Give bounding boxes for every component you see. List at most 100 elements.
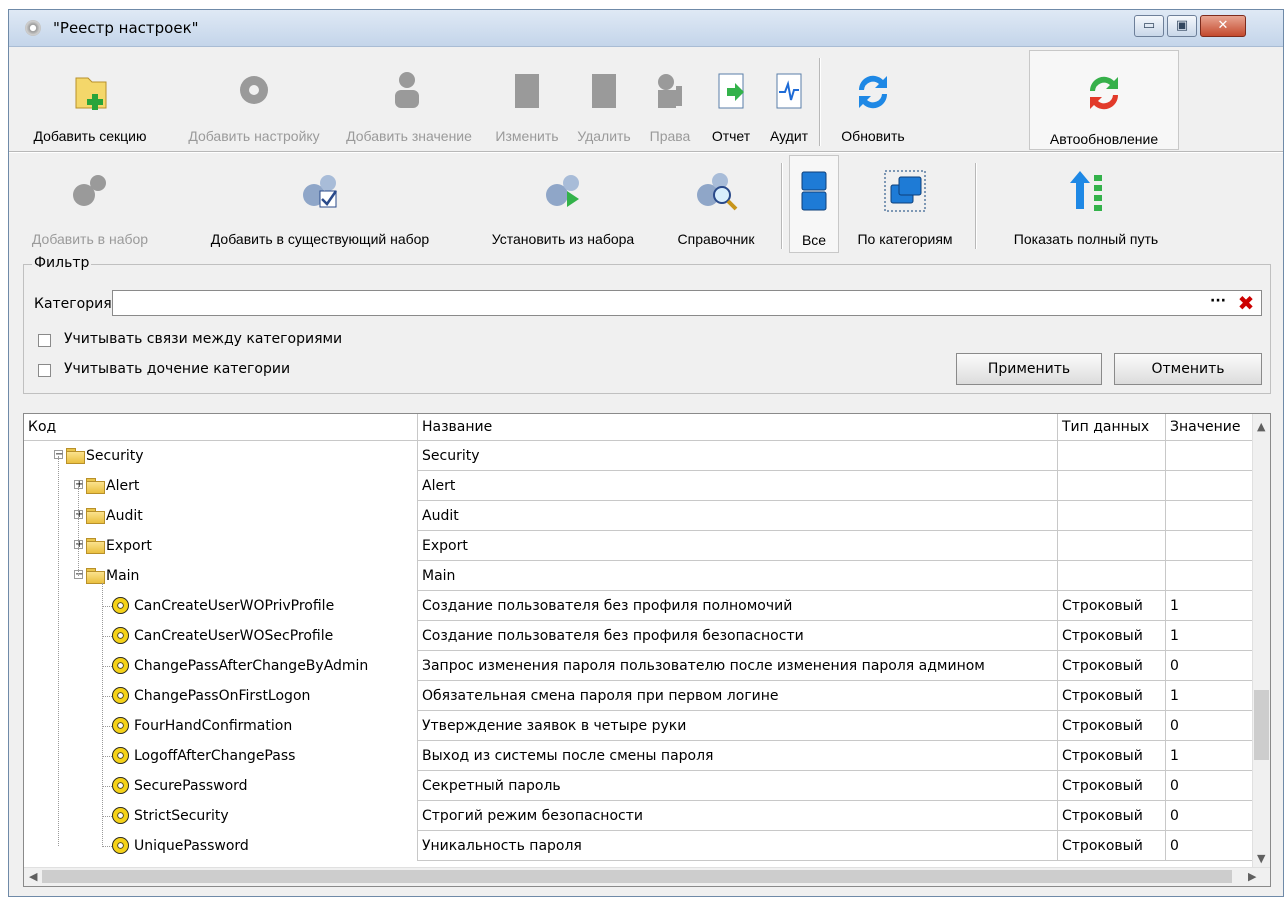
table-row[interactable]: ChangePassOnFirstLogon Обязательная смена… (24, 681, 1254, 711)
name-cell[interactable]: Обязательная смена пароля при первом лог… (418, 681, 1058, 711)
type-cell[interactable]: Строковый (1058, 711, 1166, 741)
column-header-name[interactable]: Название (418, 414, 1058, 440)
name-cell[interactable]: Строгий режим безопасности (418, 801, 1058, 831)
table-row[interactable]: + Alert Alert (24, 471, 1254, 501)
name-cell[interactable]: Уникальность пароля (418, 831, 1058, 861)
code-cell[interactable]: SecurePassword (24, 771, 418, 801)
value-cell[interactable]: 0 (1166, 801, 1254, 831)
value-cell[interactable]: 1 (1166, 591, 1254, 621)
scroll-right-arrow-icon[interactable]: ▶ (1248, 870, 1256, 883)
table-row[interactable]: FourHandConfirmation Утверждение заявок в… (24, 711, 1254, 741)
value-cell[interactable] (1166, 531, 1254, 561)
name-cell[interactable]: Запрос изменения пароля пользователю пос… (418, 651, 1058, 681)
view-all-button[interactable]: Все (789, 155, 839, 253)
table-row[interactable]: SecurePassword Секретный пароль Строковый 0 (24, 771, 1254, 801)
cancel-button[interactable]: Отменить (1114, 353, 1262, 385)
type-cell[interactable]: Строковый (1058, 741, 1166, 771)
add-value-button[interactable]: Добавить значение (336, 50, 482, 144)
category-links-checkbox[interactable] (38, 334, 51, 347)
code-cell[interactable]: CanCreateUserWOPrivProfile (24, 591, 418, 621)
table-row[interactable]: UniquePassword Уникальность пароля Строков… (24, 831, 1254, 861)
table-row[interactable]: ChangePassAfterChangeByAdmin Запрос измен… (24, 651, 1254, 681)
refresh-button[interactable]: Обновить (823, 50, 923, 144)
type-cell[interactable]: Строковый (1058, 621, 1166, 651)
audit-button[interactable]: Аудит (763, 50, 815, 144)
type-cell[interactable] (1058, 561, 1166, 591)
apply-button[interactable]: Применить (956, 353, 1102, 385)
rights-button[interactable]: Права (641, 50, 699, 144)
child-categories-checkbox[interactable] (38, 364, 51, 377)
type-cell[interactable]: Строковый (1058, 681, 1166, 711)
code-cell[interactable]: ChangePassAfterChangeByAdmin (24, 651, 418, 681)
horizontal-scrollbar[interactable]: ◀ ▶ (24, 867, 1270, 886)
scroll-down-arrow-icon[interactable]: ▼ (1257, 852, 1265, 865)
name-cell[interactable]: Security (418, 441, 1058, 471)
name-cell[interactable]: Export (418, 531, 1058, 561)
scroll-up-arrow-icon[interactable]: ▲ (1257, 420, 1265, 433)
column-header-type[interactable]: Тип данных (1058, 414, 1166, 440)
vertical-scroll-thumb[interactable] (1254, 690, 1269, 760)
type-cell[interactable]: Строковый (1058, 801, 1166, 831)
table-row[interactable]: LogoffAfterChangePass Выход из системы по… (24, 741, 1254, 771)
value-cell[interactable]: 1 (1166, 741, 1254, 771)
value-cell[interactable]: 0 (1166, 651, 1254, 681)
table-row[interactable]: + Export Export (24, 531, 1254, 561)
title-bar[interactable]: "Реестр настроек" ▭ ▣ ✕ (9, 10, 1283, 47)
maximize-button[interactable]: ▣ (1167, 15, 1197, 37)
minimize-button[interactable]: ▭ (1134, 15, 1164, 37)
type-cell[interactable] (1058, 531, 1166, 561)
table-row[interactable]: − Security Security (24, 441, 1254, 471)
view-categories-button[interactable]: По категориям (843, 155, 967, 247)
code-cell[interactable]: FourHandConfirmation (24, 711, 418, 741)
code-cell[interactable]: + Alert (24, 471, 418, 501)
code-cell[interactable]: − Security (24, 441, 418, 471)
type-cell[interactable]: Строковый (1058, 591, 1166, 621)
code-cell[interactable]: StrictSecurity (24, 801, 418, 831)
vertical-scrollbar[interactable]: ▲ ▼ (1252, 414, 1270, 870)
clear-category-icon[interactable]: ✖ (1233, 291, 1259, 315)
type-cell[interactable]: Строковый (1058, 831, 1166, 861)
code-cell[interactable]: + Export (24, 531, 418, 561)
close-button[interactable]: ✕ (1200, 15, 1246, 37)
code-cell[interactable]: + Audit (24, 501, 418, 531)
type-cell[interactable]: Строковый (1058, 771, 1166, 801)
value-cell[interactable]: 0 (1166, 831, 1254, 861)
delete-button[interactable]: Удалить (569, 50, 639, 144)
value-cell[interactable] (1166, 471, 1254, 501)
value-cell[interactable] (1166, 441, 1254, 471)
table-row[interactable]: − Main Main (24, 561, 1254, 591)
value-cell[interactable]: 0 (1166, 771, 1254, 801)
type-cell[interactable]: Строковый (1058, 651, 1166, 681)
code-cell[interactable]: ChangePassOnFirstLogon (24, 681, 418, 711)
report-button[interactable]: Отчет (699, 50, 763, 144)
name-cell[interactable]: Утверждение заявок в четыре руки (418, 711, 1058, 741)
column-header-code[interactable]: Код (24, 414, 418, 440)
name-cell[interactable]: Создание пользователя без профиля полном… (418, 591, 1058, 621)
value-cell[interactable] (1166, 561, 1254, 591)
type-cell[interactable] (1058, 471, 1166, 501)
browse-category-button[interactable]: ··· (1205, 291, 1231, 315)
name-cell[interactable]: Main (418, 561, 1058, 591)
add-section-button[interactable]: Добавить секцию (9, 50, 171, 144)
name-cell[interactable]: Секретный пароль (418, 771, 1058, 801)
edit-button[interactable]: Изменить (487, 50, 567, 144)
reference-button[interactable]: Справочник (661, 155, 771, 247)
type-cell[interactable] (1058, 441, 1166, 471)
category-input[interactable]: ··· ✖ (112, 290, 1262, 316)
value-cell[interactable]: 0 (1166, 711, 1254, 741)
horizontal-scroll-thumb[interactable] (42, 870, 1232, 883)
add-to-set-button[interactable]: Добавить в набор (9, 155, 171, 247)
install-from-set-button[interactable]: Установить из набора (469, 155, 657, 247)
table-row[interactable]: + Audit Audit (24, 501, 1254, 531)
table-row[interactable]: StrictSecurity Строгий режим безопасности… (24, 801, 1254, 831)
code-cell[interactable]: − Main (24, 561, 418, 591)
code-cell[interactable]: UniquePassword (24, 831, 418, 861)
type-cell[interactable] (1058, 501, 1166, 531)
value-cell[interactable]: 1 (1166, 621, 1254, 651)
table-row[interactable]: CanCreateUserWOSecProfile Создание пользо… (24, 621, 1254, 651)
table-row[interactable]: CanCreateUserWOPrivProfile Создание польз… (24, 591, 1254, 621)
code-cell[interactable]: LogoffAfterChangePass (24, 741, 418, 771)
value-cell[interactable]: 1 (1166, 681, 1254, 711)
value-cell[interactable] (1166, 501, 1254, 531)
column-header-value[interactable]: Значение (1166, 414, 1254, 440)
